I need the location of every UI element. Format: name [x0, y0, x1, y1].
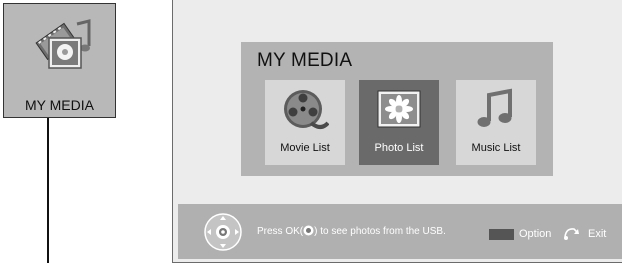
- my-media-panel: MY MEDIA Movie List Photo List Music Lis…: [241, 42, 553, 176]
- movie-list-label: Movie List: [280, 142, 330, 154]
- exit-return-icon[interactable]: [562, 225, 582, 241]
- callout-connector-line: [47, 118, 49, 263]
- exit-label[interactable]: Exit: [588, 228, 606, 240]
- music-note-icon: [477, 88, 512, 127]
- movie-list-item[interactable]: Movie List: [265, 80, 345, 165]
- my-media-callout-tile: MY MEDIA: [3, 3, 116, 118]
- my-media-icon: [35, 19, 91, 69]
- navigation-pad-icon: [204, 213, 242, 251]
- photo-icon: [377, 90, 421, 128]
- panel-title: MY MEDIA: [257, 50, 353, 71]
- hint-text: Press OK( ) to see photos from the USB.: [257, 225, 446, 237]
- bottom-help-bar: Press OK( ) to see photos from the USB. O…: [178, 204, 622, 259]
- music-list-item[interactable]: Music List: [456, 80, 536, 165]
- ok-button-icon: [303, 225, 314, 236]
- callout-label: MY MEDIA: [25, 97, 94, 113]
- option-key-swatch[interactable]: [489, 229, 514, 240]
- music-list-label: Music List: [471, 142, 521, 154]
- photo-list-label: Photo List: [374, 142, 424, 154]
- hint-prefix: Press OK(: [257, 226, 304, 237]
- photo-list-item[interactable]: Photo List: [359, 80, 439, 165]
- option-label[interactable]: Option: [519, 228, 551, 240]
- hint-suffix: ) to see photos from the USB.: [314, 226, 446, 237]
- film-reel-icon: [284, 90, 329, 129]
